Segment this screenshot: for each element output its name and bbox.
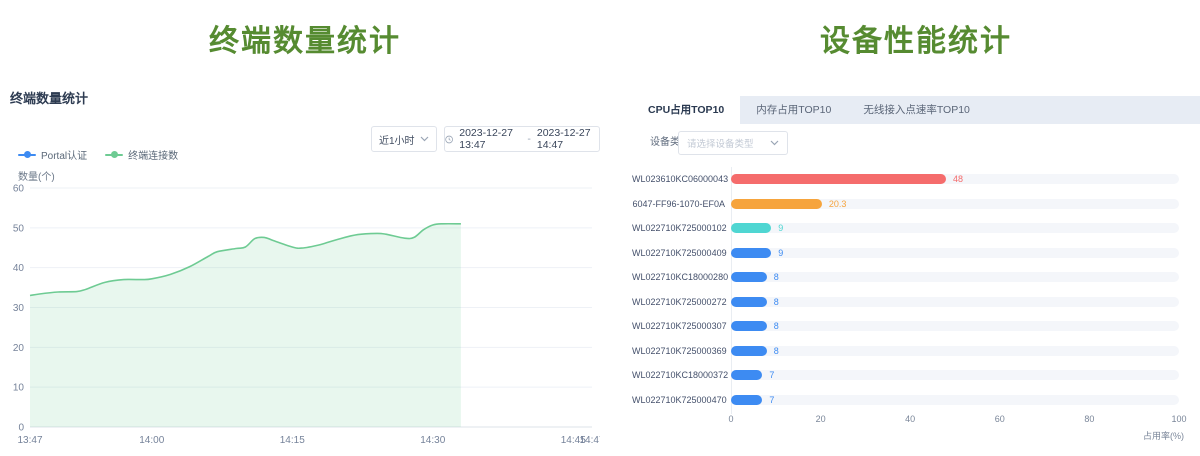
bar [731,248,771,258]
bar-value-label: 20.3 [829,192,847,217]
device-type-placeholder: 请选择设备类型 [687,136,754,150]
bar-track [731,321,1179,331]
bar-x-tick-label: 20 [816,414,826,424]
device-perf-section: 设备性能统计 CPU占用TOP10内存占用TOP10无线接入点速率TOP10 设… [632,0,1200,456]
x-tick-label: 13:47 [17,435,42,446]
y-tick-label: 60 [13,184,25,195]
bar-category-label: 6047-FF96-1070-EF0A [632,192,725,217]
bar-row: WL022710K725000409 9 [632,241,1200,266]
y-tick-label: 40 [13,263,25,274]
bar-row: WL023610KC06000043 48 [632,167,1200,192]
clock-icon [445,134,453,145]
x-tick-label: 14:30 [420,435,445,446]
tab-0[interactable]: CPU占用TOP10 [632,96,740,124]
bar-value-label: 7 [769,363,774,388]
bar-row: WL022710K725000272 8 [632,290,1200,315]
device-type-select[interactable]: 请选择设备类型 [678,131,788,155]
bar-value-label: 7 [769,388,774,413]
bar-value-label: 8 [774,314,779,339]
bar-chart-x-ticks: 020406080100 [731,414,1179,426]
y-tick-label: 50 [13,223,25,234]
bar-track [731,248,1179,258]
bar-value-label: 8 [774,290,779,315]
time-range-select[interactable]: 近1小时 [371,126,437,152]
left-section-heading: 终端数量统计 [0,16,610,60]
bar [731,321,767,331]
dashboard: 终端数量统计 终端数量统计 近1小时 2023-12-27 13:47 - 20… [0,0,1200,456]
tab-1[interactable]: 内存占用TOP10 [740,96,847,124]
tab-bar: CPU占用TOP10内存占用TOP10无线接入点速率TOP10 [632,96,1200,124]
chevron-down-icon [770,140,779,146]
bar-row: WL022710KC18000372 7 [632,363,1200,388]
legend-marker-icon [18,154,36,156]
bar-track [731,395,1179,405]
bar-track [731,272,1179,282]
bar-category-label: WL022710KC18000372 [632,363,725,388]
x-axis-label: 占用率(%) [1143,429,1184,442]
bar-row: WL022710K725000102 9 [632,216,1200,241]
cpu-top10-bar-chart: WL023610KC06000043 48 6047-FF96-1070-EF0A 2… [632,167,1200,413]
bar-category-label: WL022710K725000102 [632,216,725,241]
bar-track [731,297,1179,307]
bar-row: 6047-FF96-1070-EF0A 20.3 [632,192,1200,217]
x-tick-label: 14:47 [579,435,600,446]
bar [731,346,767,356]
bar-row: WL022710K725000369 8 [632,339,1200,364]
bar-x-tick-label: 0 [728,414,733,424]
bar-row: WL022710KC18000280 8 [632,265,1200,290]
bar-row: WL022710K725000470 7 [632,388,1200,413]
chart-controls: 近1小时 2023-12-27 13:47 - 2023-12-27 14:47 [371,126,600,152]
chevron-down-icon [420,136,429,142]
bar-x-tick-label: 100 [1171,414,1186,424]
bar-category-label: WL022710K725000409 [632,241,725,266]
y-tick-label: 20 [13,343,25,354]
date-start: 2023-12-27 13:47 [459,127,521,151]
terminal-line-chart: 010203040506013:4714:0014:1514:3014:4514… [0,160,600,456]
bar-track [731,370,1179,380]
bar-value-label: 8 [774,339,779,364]
y-tick-label: 30 [13,303,25,314]
bar-value-label: 48 [953,167,963,192]
bar-x-tick-label: 40 [905,414,915,424]
bar-value-label: 8 [774,265,779,290]
y-tick-label: 10 [13,383,25,394]
bar-category-label: WL023610KC06000043 [632,167,725,192]
time-range-value: 近1小时 [379,132,415,147]
bar-category-label: WL022710K725000369 [632,339,725,364]
bar-category-label: WL022710K725000470 [632,388,725,413]
x-tick-label: 14:15 [280,435,305,446]
y-tick-label: 0 [18,423,24,434]
bar [731,199,822,209]
tab-2[interactable]: 无线接入点速率TOP10 [847,96,986,124]
bar-x-tick-label: 80 [1084,414,1094,424]
bar [731,395,762,405]
filter-row: 设备类型 请选择设备类型 [632,130,1200,156]
bar-track [731,223,1179,233]
date-range-picker[interactable]: 2023-12-27 13:47 - 2023-12-27 14:47 [444,126,600,152]
terminal-area-fill [30,224,461,427]
x-tick-label: 14:00 [139,435,164,446]
bar [731,297,767,307]
bar-value-label: 9 [778,216,783,241]
bar-track [731,346,1179,356]
legend-marker-icon [105,154,123,156]
bar-row: WL022710K725000307 8 [632,314,1200,339]
bar-category-label: WL022710K725000307 [632,314,725,339]
bar-category-label: WL022710K725000272 [632,290,725,315]
date-separator: - [527,133,531,145]
terminal-panel-title: 终端数量统计 [10,88,88,107]
terminal-stats-section: 终端数量统计 终端数量统计 近1小时 2023-12-27 13:47 - 20… [0,0,610,456]
bar-category-label: WL022710KC18000280 [632,265,725,290]
bar [731,174,946,184]
bar [731,272,767,282]
bar [731,223,771,233]
bar-value-label: 9 [778,241,783,266]
date-end: 2023-12-27 14:47 [537,127,599,151]
bar-x-tick-label: 60 [995,414,1005,424]
bar [731,370,762,380]
right-section-heading: 设备性能统计 [632,16,1200,60]
